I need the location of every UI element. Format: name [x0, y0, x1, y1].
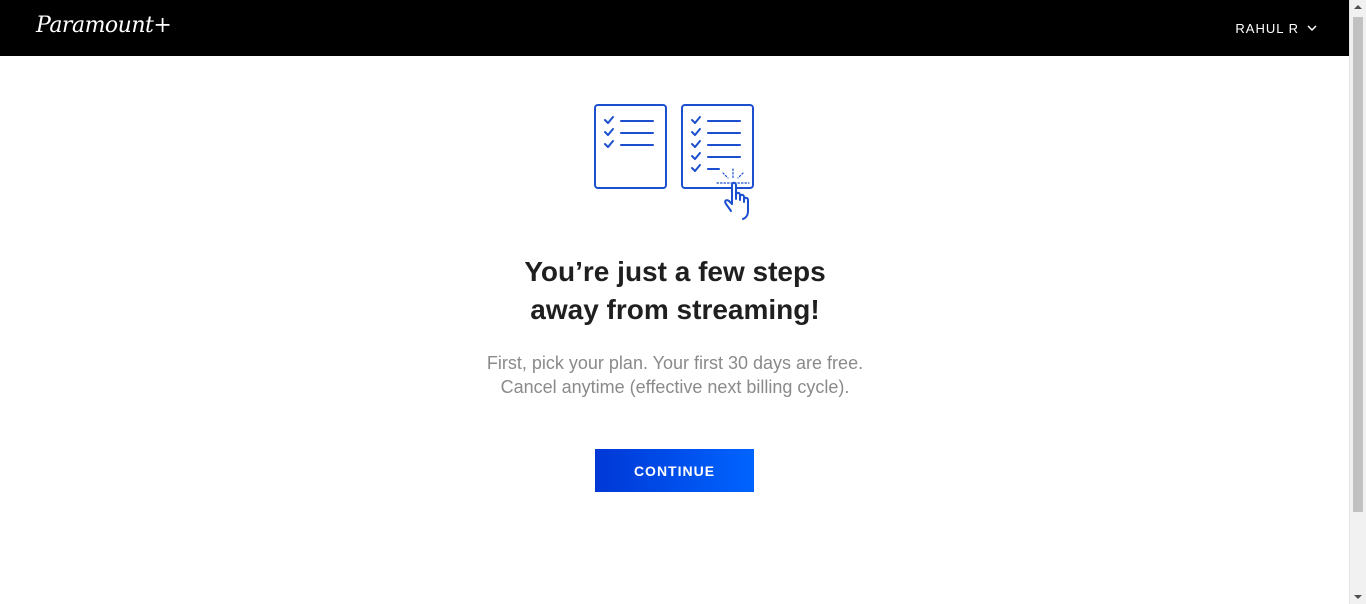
- vertical-scrollbar[interactable]: [1349, 0, 1366, 604]
- page-title: You’re just a few steps away from stream…: [440, 253, 910, 329]
- headline-line-1: You’re just a few steps: [524, 256, 826, 287]
- scrollbar-thumb[interactable]: [1353, 17, 1363, 512]
- chevron-down-icon: [1307, 24, 1317, 32]
- paramount-plus-logo[interactable]: Paramount+: [36, 10, 172, 42]
- user-name: RAHUL R: [1235, 20, 1299, 36]
- top-bar: Paramount+ RAHUL R: [0, 0, 1349, 56]
- scroll-up-arrow-icon[interactable]: [1354, 5, 1362, 9]
- headline-line-2: away from streaming!: [530, 294, 820, 325]
- plan-description: First, pick your plan. Your first 30 day…: [486, 353, 864, 397]
- continue-button[interactable]: CONTINUE: [595, 449, 754, 492]
- user-menu[interactable]: RAHUL R: [1235, 0, 1317, 56]
- scroll-down-arrow-icon[interactable]: [1354, 595, 1362, 599]
- checklist-illustration-icon: [593, 103, 763, 223]
- page: Paramount+ RAHUL R You’re just a few ste…: [0, 0, 1366, 604]
